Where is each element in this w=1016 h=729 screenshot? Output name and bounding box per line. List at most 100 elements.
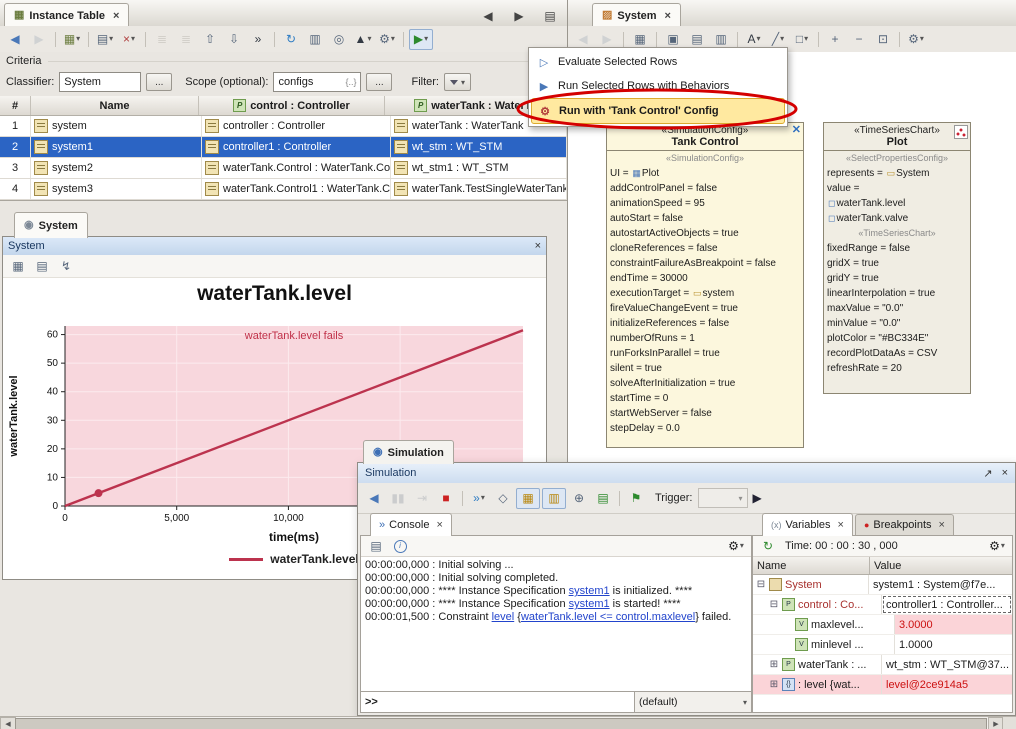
console-clear-icon[interactable]: ▤ bbox=[365, 537, 387, 556]
variable-value[interactable]: wt_stm : WT_STM@37... bbox=[882, 655, 1012, 674]
table-row[interactable]: 1 system controller : Controller waterTa… bbox=[0, 116, 567, 137]
column-header-control[interactable]: control : Controller bbox=[199, 96, 385, 115]
gear-icon[interactable]: ⚙▾ bbox=[376, 30, 398, 49]
console-mode-select[interactable]: (default)▾ bbox=[634, 692, 751, 712]
auto-open-diagram-icon[interactable]: ▦▾ bbox=[516, 488, 540, 509]
classifier-browse-button[interactable]: ... bbox=[146, 73, 172, 91]
info-icon[interactable]: i bbox=[389, 537, 411, 556]
chart-table-icon[interactable]: ▦ bbox=[7, 257, 29, 276]
scroll-left-icon[interactable]: ◀ bbox=[0, 717, 16, 729]
clipboard-icon[interactable]: ▥▾ bbox=[710, 30, 732, 49]
console-link[interactable]: system1 bbox=[569, 585, 610, 597]
tab-simulation[interactable]: ◉ Simulation bbox=[363, 440, 454, 464]
remove-row-icon[interactable]: ≣▾ bbox=[175, 30, 197, 49]
variable-row[interactable]: ⊟Pcontrol : Co...controller1 : Controlle… bbox=[753, 595, 1012, 615]
console-input[interactable] bbox=[391, 692, 634, 712]
variable-value[interactable]: 1.0000 bbox=[895, 635, 1012, 654]
variable-row[interactable]: Vmaxlevel...3.0000 bbox=[753, 615, 1012, 635]
scope-browse-button[interactable]: ... bbox=[366, 73, 392, 91]
gear-icon[interactable]: ⚙▾ bbox=[986, 537, 1008, 556]
pause-icon[interactable]: ▮▮▾ bbox=[387, 489, 409, 508]
trigger-flag-icon[interactable]: ⚑▾ bbox=[625, 489, 647, 508]
export-icon[interactable]: ▥▾ bbox=[304, 30, 326, 49]
variable-row[interactable]: ⊟Systemsystem1 : System@f7e... bbox=[753, 575, 1012, 595]
forward-icon[interactable]: ▶▾ bbox=[28, 30, 50, 49]
new-element-icon[interactable]: ▤▾ bbox=[94, 30, 116, 49]
line-tool-icon[interactable]: ╱▾ bbox=[767, 30, 789, 49]
tank-control-config-element[interactable]: ✕ «SimulationConfig» Tank Control «Simul… bbox=[606, 122, 804, 448]
column-header-num[interactable]: # bbox=[0, 96, 31, 115]
copy-icon[interactable]: ▣▾ bbox=[662, 30, 684, 49]
variable-value[interactable]: 3.0000 bbox=[895, 615, 1012, 634]
filter-button[interactable]: ▾ bbox=[444, 73, 471, 91]
stop-icon[interactable]: ■▾ bbox=[435, 489, 457, 508]
variable-value[interactable]: system1 : System@f7e... bbox=[869, 575, 1012, 594]
animation-speed-icon[interactable]: »▾ bbox=[468, 489, 490, 508]
table-row[interactable]: 2 system1 controller1 : Controller wt_st… bbox=[0, 137, 567, 158]
tab-system-diagram[interactable]: ▨ System × bbox=[592, 3, 681, 27]
variable-value[interactable]: controller1 : Controller... bbox=[882, 595, 1012, 614]
trigger-select[interactable]: ▾ bbox=[698, 488, 748, 508]
tab-breakpoints[interactable]: ● Breakpoints × bbox=[855, 514, 954, 535]
forward-icon[interactable]: ▶▾ bbox=[596, 30, 618, 49]
tab-variables[interactable]: (x) Variables × bbox=[762, 513, 853, 536]
chart-export-icon[interactable]: ▤ bbox=[31, 257, 53, 276]
paste-icon[interactable]: ▤▾ bbox=[686, 30, 708, 49]
float-window-icon[interactable]: ↗ bbox=[983, 467, 992, 480]
tab-console[interactable]: » Console × bbox=[370, 513, 452, 536]
chart-settings-icon[interactable]: ↯ bbox=[55, 257, 77, 276]
zoom-out-icon[interactable]: −▾ bbox=[848, 30, 870, 49]
refresh-icon[interactable]: ↻ bbox=[757, 537, 779, 556]
menu-item[interactable]: ▷ Evaluate Selected Rows bbox=[531, 50, 785, 74]
collapse-icon[interactable]: ⊟ bbox=[769, 599, 779, 610]
console-output[interactable]: 00:00:00,000 : Initial solving ...00:00:… bbox=[361, 556, 751, 692]
scope-field[interactable]: configs{..} bbox=[273, 72, 361, 92]
expand-icon[interactable]: ⊞ bbox=[769, 679, 779, 690]
scroll-tabs-right-icon[interactable]: ▶ bbox=[508, 6, 530, 25]
column-header-value[interactable]: Value bbox=[870, 557, 1012, 574]
variable-row[interactable]: ⊞PwaterTank : ...wt_stm : WT_STM@37... bbox=[753, 655, 1012, 675]
animate-icon[interactable]: ▥▾ bbox=[542, 488, 566, 509]
menu-item[interactable]: ▶ Run Selected Rows with Behaviors bbox=[531, 74, 785, 98]
zoom-fit-icon[interactable]: ⊡▾ bbox=[872, 30, 894, 49]
refresh-icon[interactable]: ↻▾ bbox=[280, 30, 302, 49]
column-header-name[interactable]: Name bbox=[31, 96, 199, 115]
delete-icon[interactable]: ×▾ bbox=[118, 30, 140, 49]
gear-icon[interactable]: ⚙▾ bbox=[725, 537, 747, 556]
text-tool-icon[interactable]: A▾ bbox=[743, 30, 765, 49]
scrollbar-thumb[interactable] bbox=[15, 718, 987, 729]
close-icon[interactable]: × bbox=[665, 10, 671, 22]
menu-item[interactable]: ⚙ Run with 'Tank Control' Config bbox=[531, 98, 785, 124]
expand-icon[interactable]: ⊞ bbox=[769, 659, 779, 670]
note-tool-icon[interactable]: □▾ bbox=[791, 30, 813, 49]
step-back-icon[interactable]: ◀▾ bbox=[363, 489, 385, 508]
variable-row[interactable]: ⊞{}: level {wat...level@2ce914a5 bbox=[753, 675, 1012, 695]
console-link[interactable]: system1 bbox=[569, 598, 610, 610]
table-row[interactable]: 4 system3 waterTank.Control1 : WaterTank… bbox=[0, 179, 567, 200]
trigger-play-icon[interactable]: ▶ bbox=[753, 491, 762, 505]
overflow-icon[interactable]: »▾ bbox=[247, 30, 269, 49]
close-icon[interactable]: × bbox=[113, 10, 119, 22]
scroll-tabs-left-icon[interactable]: ◀ bbox=[477, 6, 499, 25]
move-down-icon[interactable]: ⇩▾ bbox=[223, 30, 245, 49]
close-icon[interactable]: × bbox=[535, 240, 541, 252]
variable-value[interactable]: level@2ce914a5 bbox=[882, 675, 1012, 694]
search-icon[interactable]: ◎▾ bbox=[328, 30, 350, 49]
step-over-icon[interactable]: ⇥▾ bbox=[411, 489, 433, 508]
back-icon[interactable]: ◀▾ bbox=[4, 30, 26, 49]
close-icon[interactable]: × bbox=[939, 519, 945, 531]
tab-chart-system[interactable]: ◉ System bbox=[14, 212, 88, 238]
containment-icon[interactable]: ▦▾ bbox=[629, 30, 651, 49]
console-link[interactable]: level bbox=[492, 611, 515, 623]
back-icon[interactable]: ◀▾ bbox=[572, 30, 594, 49]
sort-icon[interactable]: ▲▾ bbox=[352, 30, 374, 49]
variable-row[interactable]: Vminlevel ...1.0000 bbox=[753, 635, 1012, 655]
add-row-icon[interactable]: ≣▾ bbox=[151, 30, 173, 49]
tab-list-icon[interactable]: ▤ bbox=[539, 6, 561, 25]
table-options-icon[interactable]: ▦▾ bbox=[61, 30, 83, 49]
close-icon[interactable]: × bbox=[838, 519, 844, 531]
move-up-icon[interactable]: ⇧▾ bbox=[199, 30, 221, 49]
zoom-in-icon[interactable]: +▾ bbox=[824, 30, 846, 49]
classifier-field[interactable]: System bbox=[59, 72, 141, 92]
column-header-name[interactable]: Name bbox=[753, 557, 870, 574]
